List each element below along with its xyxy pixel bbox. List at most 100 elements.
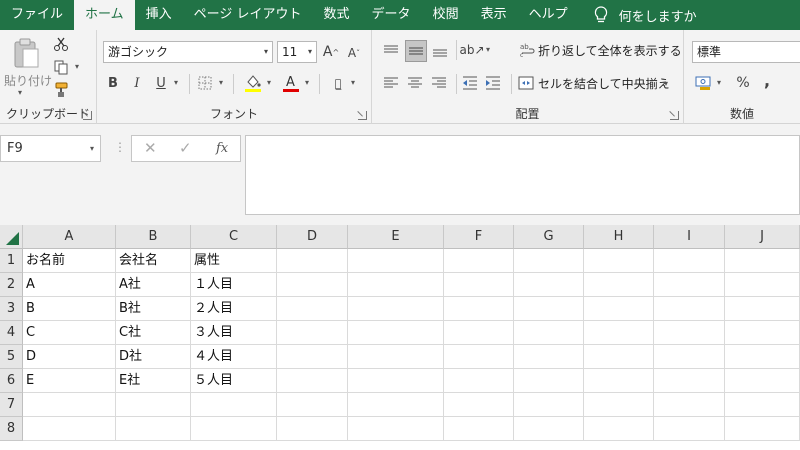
- cell-e8[interactable]: [348, 417, 444, 441]
- cell-a8[interactable]: [23, 417, 116, 441]
- copy-dropdown-icon[interactable]: ▾: [75, 62, 79, 71]
- cell-j3[interactable]: [725, 297, 800, 321]
- formula-bar-resize-handle-icon[interactable]: ⋮: [114, 140, 126, 154]
- cell-f7[interactable]: [444, 393, 514, 417]
- cell-a2[interactable]: A: [23, 273, 116, 297]
- cell-i6[interactable]: [654, 369, 725, 393]
- increase-font-size-icon[interactable]: A ^: [322, 41, 340, 63]
- enter-icon[interactable]: ✓: [179, 139, 192, 157]
- cell-b4[interactable]: C社: [116, 321, 191, 345]
- paste-dropdown-icon[interactable]: ▾: [18, 88, 22, 97]
- cell-e6[interactable]: [348, 369, 444, 393]
- cell-g2[interactable]: [514, 273, 584, 297]
- cell-f3[interactable]: [444, 297, 514, 321]
- cell-a1[interactable]: お名前: [23, 249, 116, 273]
- column-header-j[interactable]: J: [725, 225, 800, 249]
- tab-2[interactable]: 挿入: [135, 0, 183, 30]
- cell-b3[interactable]: B社: [116, 297, 191, 321]
- cell-i4[interactable]: [654, 321, 725, 345]
- tab-3[interactable]: ページ レイアウト: [183, 0, 313, 30]
- cell-d2[interactable]: [277, 273, 348, 297]
- phonetic-dropdown-icon[interactable]: ▾: [351, 78, 355, 87]
- cell-h8[interactable]: [584, 417, 654, 441]
- cell-h2[interactable]: [584, 273, 654, 297]
- tab-8[interactable]: ヘルプ: [518, 0, 579, 30]
- row-header-3[interactable]: 3: [0, 297, 23, 321]
- cell-h4[interactable]: [584, 321, 654, 345]
- cell-a7[interactable]: [23, 393, 116, 417]
- cell-j1[interactable]: [725, 249, 800, 273]
- cell-g4[interactable]: [514, 321, 584, 345]
- cell-f4[interactable]: [444, 321, 514, 345]
- font-dialog-launcher-icon[interactable]: [358, 111, 367, 120]
- column-header-d[interactable]: D: [277, 225, 348, 249]
- clipboard-dialog-launcher-icon[interactable]: [83, 111, 92, 120]
- column-header-e[interactable]: E: [348, 225, 444, 249]
- cell-b2[interactable]: A社: [116, 273, 191, 297]
- copy-icon[interactable]: [52, 58, 70, 76]
- cell-e1[interactable]: [348, 249, 444, 273]
- cell-g6[interactable]: [514, 369, 584, 393]
- align-left-icon[interactable]: [382, 74, 400, 92]
- cell-j4[interactable]: [725, 321, 800, 345]
- cell-f2[interactable]: [444, 273, 514, 297]
- name-box[interactable]: F9 ▾: [0, 135, 101, 162]
- cell-c5[interactable]: ４人目: [191, 345, 277, 369]
- cell-j5[interactable]: [725, 345, 800, 369]
- cell-h7[interactable]: [584, 393, 654, 417]
- cell-c2[interactable]: １人目: [191, 273, 277, 297]
- tab-7[interactable]: 表示: [470, 0, 518, 30]
- cell-e5[interactable]: [348, 345, 444, 369]
- wrap-text-icon[interactable]: ab c: [519, 40, 537, 60]
- column-header-i[interactable]: I: [654, 225, 725, 249]
- decrease-font-size-icon[interactable]: Aˇ: [345, 42, 363, 64]
- row-header-5[interactable]: 5: [0, 345, 23, 369]
- cell-d5[interactable]: [277, 345, 348, 369]
- number-format-combo[interactable]: 標準: [692, 41, 800, 63]
- paste-button-label[interactable]: 貼り付け: [4, 72, 52, 89]
- cell-e3[interactable]: [348, 297, 444, 321]
- accounting-format-icon[interactable]: [694, 73, 714, 93]
- underline-button[interactable]: U: [153, 74, 169, 92]
- cell-e4[interactable]: [348, 321, 444, 345]
- align-right-icon[interactable]: [430, 74, 448, 92]
- cell-j6[interactable]: [725, 369, 800, 393]
- cell-i7[interactable]: [654, 393, 725, 417]
- borders-dropdown-icon[interactable]: ▾: [219, 78, 223, 87]
- font-color-dropdown-icon[interactable]: ▾: [305, 78, 309, 87]
- column-header-b[interactable]: B: [116, 225, 191, 249]
- merge-center-icon[interactable]: [517, 74, 535, 92]
- cell-i5[interactable]: [654, 345, 725, 369]
- cancel-icon[interactable]: ✕: [144, 139, 157, 157]
- cell-g3[interactable]: [514, 297, 584, 321]
- align-middle-icon[interactable]: [405, 40, 427, 62]
- align-top-icon[interactable]: [382, 42, 400, 60]
- cell-d7[interactable]: [277, 393, 348, 417]
- cell-a3[interactable]: B: [23, 297, 116, 321]
- cell-a5[interactable]: D: [23, 345, 116, 369]
- tab-5[interactable]: データ: [361, 0, 422, 30]
- cell-h1[interactable]: [584, 249, 654, 273]
- cell-g8[interactable]: [514, 417, 584, 441]
- row-header-8[interactable]: 8: [0, 417, 23, 441]
- cell-a4[interactable]: C: [23, 321, 116, 345]
- cell-b7[interactable]: [116, 393, 191, 417]
- cell-j8[interactable]: [725, 417, 800, 441]
- cell-g5[interactable]: [514, 345, 584, 369]
- cell-j2[interactable]: [725, 273, 800, 297]
- column-header-f[interactable]: F: [444, 225, 514, 249]
- row-header-4[interactable]: 4: [0, 321, 23, 345]
- decrease-indent-icon[interactable]: [461, 74, 479, 92]
- cell-c4[interactable]: ３人目: [191, 321, 277, 345]
- cell-h3[interactable]: [584, 297, 654, 321]
- select-all-button[interactable]: [0, 225, 23, 249]
- cell-g1[interactable]: [514, 249, 584, 273]
- orientation-dropdown-icon[interactable]: ▾: [486, 45, 490, 54]
- font-size-combo[interactable]: 11 ▾: [277, 41, 317, 63]
- fill-color-dropdown-icon[interactable]: ▾: [267, 78, 271, 87]
- cell-i2[interactable]: [654, 273, 725, 297]
- formula-input[interactable]: [245, 135, 800, 215]
- cell-j7[interactable]: [725, 393, 800, 417]
- row-header-2[interactable]: 2: [0, 273, 23, 297]
- cell-b5[interactable]: D社: [116, 345, 191, 369]
